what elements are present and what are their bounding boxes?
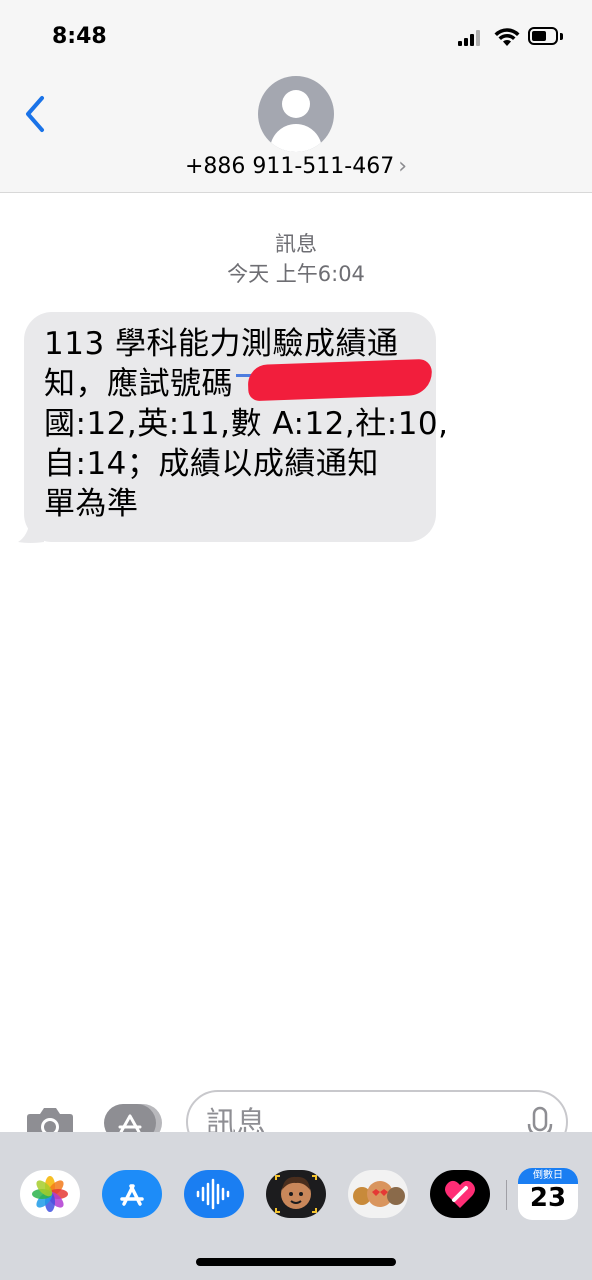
redaction-mark [247,358,433,402]
battery-icon [528,27,558,45]
status-time: 8:48 [52,24,107,49]
tray-divider [506,1180,507,1210]
audio-message-icon[interactable] [184,1170,244,1218]
app-store-icon[interactable] [102,1170,162,1218]
message-line: 自:14；成績以成績通知 [44,446,379,482]
message-bubble[interactable]: 113 學科能力測驗成績通 知，應試號碼 國:12,英:11,數 A:12,社:… [24,312,449,542]
digital-touch-icon[interactable] [430,1170,490,1218]
memoji-stickers-icon[interactable] [348,1170,408,1218]
back-chevron-icon[interactable] [22,94,52,134]
conversation-header: +886 911-511-467 › [0,76,592,193]
countdown-app-icon[interactable]: 倒數日 23 [518,1168,578,1220]
message-line: 單為準 [44,486,139,522]
chevron-right-icon: › [398,154,408,179]
home-indicator[interactable] [196,1258,396,1266]
message-timestamp: 今天 上午6:04 [227,262,365,286]
countdown-header: 倒數日 [518,1168,578,1184]
message-line: 113 學科能力測驗成績通 [44,326,399,362]
battery-cap [560,33,563,40]
service-label: 訊息 [275,232,317,256]
message-line: 國:12,英:11,數 A:12,社:10, [44,406,449,442]
cellular-signal-icon [458,30,484,46]
wifi-icon [494,28,520,46]
contact-number: +886 911-511-467 [184,154,395,179]
contact-avatar[interactable] [258,76,334,152]
memoji-icon[interactable] [266,1170,326,1218]
status-bar: 8:48 [0,0,592,76]
countdown-value: 23 [529,1183,567,1213]
photos-icon[interactable] [20,1170,80,1218]
contact-details-link[interactable]: +886 911-511-467 › [0,154,592,179]
imessage-app-drawer: 倒數日 23 [0,1132,592,1280]
